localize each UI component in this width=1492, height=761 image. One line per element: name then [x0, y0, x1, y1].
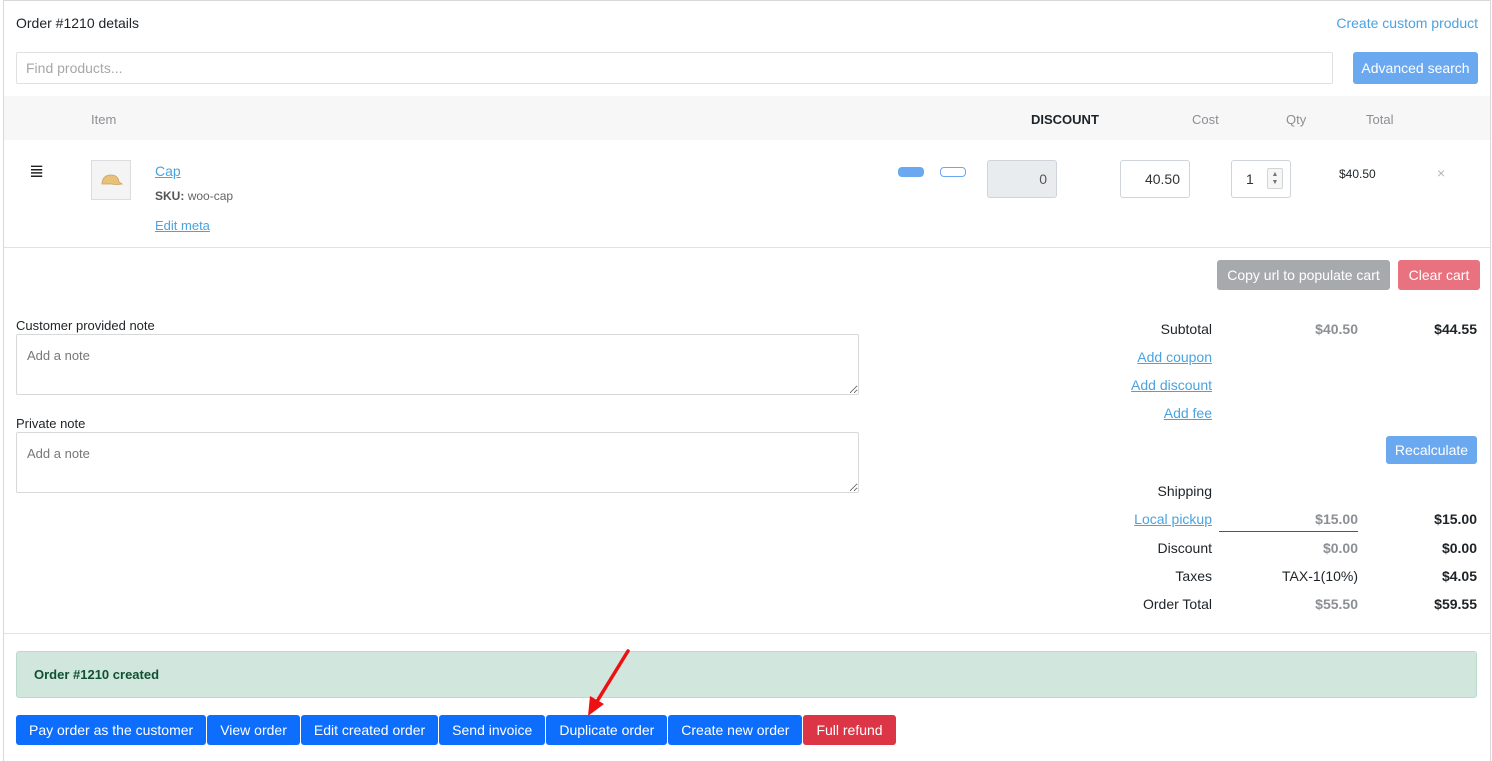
add-fee-link[interactable]: Add fee	[1164, 405, 1212, 421]
row-divider	[4, 247, 1490, 248]
shipping-original: $15.00	[1315, 511, 1358, 527]
column-qty: Qty	[1286, 112, 1307, 127]
duplicate-order-button[interactable]: Duplicate order	[546, 715, 668, 745]
subtotal-label: Subtotal	[1160, 321, 1212, 337]
product-search-input[interactable]	[16, 52, 1333, 84]
discount-type-toggle-percent[interactable]	[898, 167, 924, 177]
shipping-label: Shipping	[1157, 483, 1213, 499]
items-table-header	[4, 96, 1490, 140]
remove-item-icon[interactable]: ×	[1437, 165, 1445, 181]
sku-label: SKU:	[155, 189, 185, 203]
copy-url-button[interactable]: Copy url to populate cart	[1217, 260, 1390, 290]
drag-handle-icon[interactable]: ≣	[29, 161, 44, 182]
recalculate-button[interactable]: Recalculate	[1386, 436, 1477, 464]
item-cost-input[interactable]	[1120, 160, 1190, 198]
taxes-original: TAX-1(10%)	[1282, 568, 1358, 584]
taxes-new: $4.05	[1441, 568, 1477, 584]
column-discount: DISCOUNT	[1031, 112, 1099, 127]
cap-icon	[101, 174, 123, 185]
order-actions-bar: Pay order as the customer View order Edi…	[16, 715, 896, 745]
edit-created-order-button[interactable]: Edit created order	[300, 715, 439, 745]
page-title: Order #1210 details	[16, 15, 139, 31]
sku-value: woo-cap	[187, 189, 234, 203]
shipping-new: $15.00	[1434, 511, 1477, 527]
product-thumbnail[interactable]	[91, 160, 131, 200]
order-total-original: $55.50	[1315, 596, 1358, 612]
create-custom-product-link[interactable]: Create custom product	[1336, 15, 1478, 31]
discount-type-toggle-fixed[interactable]	[940, 167, 966, 177]
customer-note-label: Customer provided note	[16, 318, 155, 333]
order-total-new: $59.55	[1434, 596, 1477, 612]
add-coupon-link[interactable]: Add coupon	[1137, 349, 1212, 365]
annotation-arrow-icon	[588, 649, 630, 716]
product-name-link[interactable]: Cap	[155, 163, 181, 179]
subtotal-new: $44.55	[1434, 321, 1477, 337]
product-sku: SKU: woo-cap	[155, 189, 233, 203]
clear-cart-button[interactable]: Clear cart	[1398, 260, 1480, 290]
private-note-textarea[interactable]	[16, 432, 859, 493]
discount-original: $0.00	[1322, 540, 1358, 556]
discount-label: Discount	[1157, 540, 1212, 556]
subtotal-original: $40.50	[1315, 321, 1358, 337]
order-total-label: Order Total	[1143, 596, 1212, 612]
send-invoice-button[interactable]: Send invoice	[439, 715, 546, 745]
view-order-button[interactable]: View order	[207, 715, 300, 745]
discount-new: $0.00	[1441, 540, 1477, 556]
customer-note-textarea[interactable]	[16, 334, 859, 395]
pay-order-button[interactable]: Pay order as the customer	[16, 715, 207, 745]
create-new-order-button[interactable]: Create new order	[668, 715, 803, 745]
taxes-label: Taxes	[1175, 568, 1212, 584]
item-line-total: $40.50	[1339, 167, 1376, 181]
qty-spinner-icon[interactable]: ▲ ▼	[1267, 168, 1283, 189]
item-discount-input[interactable]	[987, 160, 1057, 198]
column-total: Total	[1366, 112, 1394, 127]
column-cost: Cost	[1192, 112, 1219, 127]
section-divider	[4, 633, 1490, 634]
column-item: Item	[91, 112, 117, 127]
order-created-notice: Order #1210 created	[16, 651, 1477, 698]
edit-meta-link[interactable]: Edit meta	[155, 218, 210, 233]
private-note-label: Private note	[16, 416, 86, 431]
advanced-search-button[interactable]: Advanced search	[1353, 52, 1478, 84]
shipping-underline	[1219, 531, 1358, 532]
item-qty-value: 1	[1246, 171, 1254, 187]
full-refund-button[interactable]: Full refund	[803, 715, 896, 745]
add-discount-link[interactable]: Add discount	[1131, 377, 1212, 393]
shipping-method-link[interactable]: Local pickup	[1134, 511, 1212, 527]
